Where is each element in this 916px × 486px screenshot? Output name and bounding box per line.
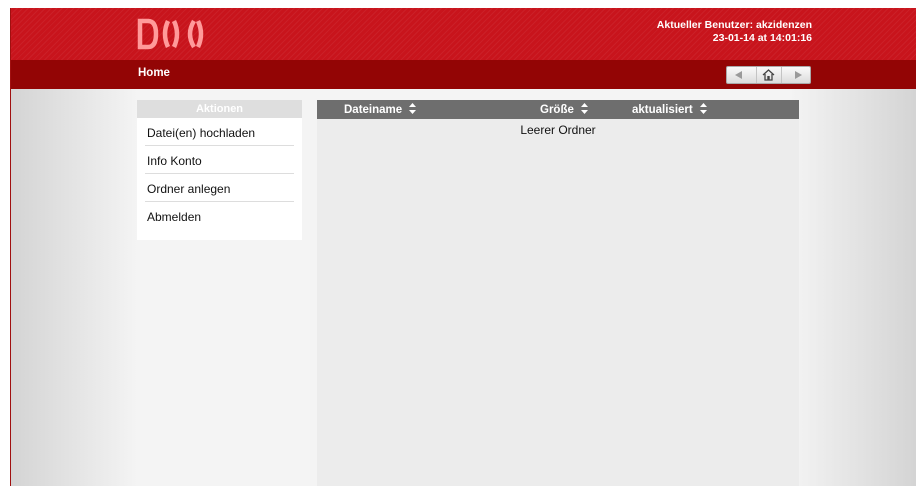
create-folder-link[interactable]: Ordner anlegen <box>145 174 294 202</box>
sidebar-title: Aktionen <box>137 100 302 118</box>
nav-button-group <box>726 66 811 84</box>
current-user-label: Aktueller Benutzer: akzidenzen <box>656 19 812 31</box>
forward-arrow-icon <box>795 71 802 79</box>
breadcrumb-home[interactable]: Home <box>138 67 170 79</box>
back-button[interactable] <box>730 67 748 83</box>
logo <box>137 18 204 50</box>
column-filename[interactable]: Dateiname <box>344 103 417 116</box>
column-updated-label: aktualisiert <box>632 104 693 116</box>
empty-folder-message: Leerer Ordner <box>520 123 596 137</box>
file-list-panel: Dateiname Größe aktualisiert Leerer Ordn… <box>317 100 799 486</box>
app-window: Aktueller Benutzer: akzidenzen 23-01-14 … <box>10 8 916 486</box>
home-icon <box>762 69 775 81</box>
datetime-label: 23-01-14 at 14:01:16 <box>712 32 812 44</box>
navbar: Home <box>11 60 916 89</box>
home-button[interactable] <box>755 67 782 83</box>
sort-updown-icon <box>581 103 589 114</box>
sort-updown-icon <box>409 103 417 114</box>
sort-updown-icon <box>699 103 707 114</box>
account-info-link[interactable]: Info Konto <box>145 146 294 174</box>
column-filename-label: Dateiname <box>344 104 403 116</box>
logout-link[interactable]: Abmelden <box>145 202 294 230</box>
actions-sidebar: Aktionen Datei(en) hochladen Info Konto … <box>137 100 302 240</box>
action-list: Datei(en) hochladen Info Konto Ordner an… <box>137 118 302 230</box>
column-size-label: Größe <box>540 104 574 116</box>
header: Aktueller Benutzer: akzidenzen 23-01-14 … <box>11 8 916 60</box>
back-arrow-icon <box>735 71 742 79</box>
column-updated[interactable]: aktualisiert <box>632 103 707 116</box>
upload-files-link[interactable]: Datei(en) hochladen <box>145 118 294 146</box>
column-size[interactable]: Größe <box>540 103 589 116</box>
table-header: Dateiname Größe aktualisiert <box>317 100 799 119</box>
forward-button[interactable] <box>789 67 807 83</box>
user-info: Aktueller Benutzer: akzidenzen 23-01-14 … <box>657 19 812 45</box>
